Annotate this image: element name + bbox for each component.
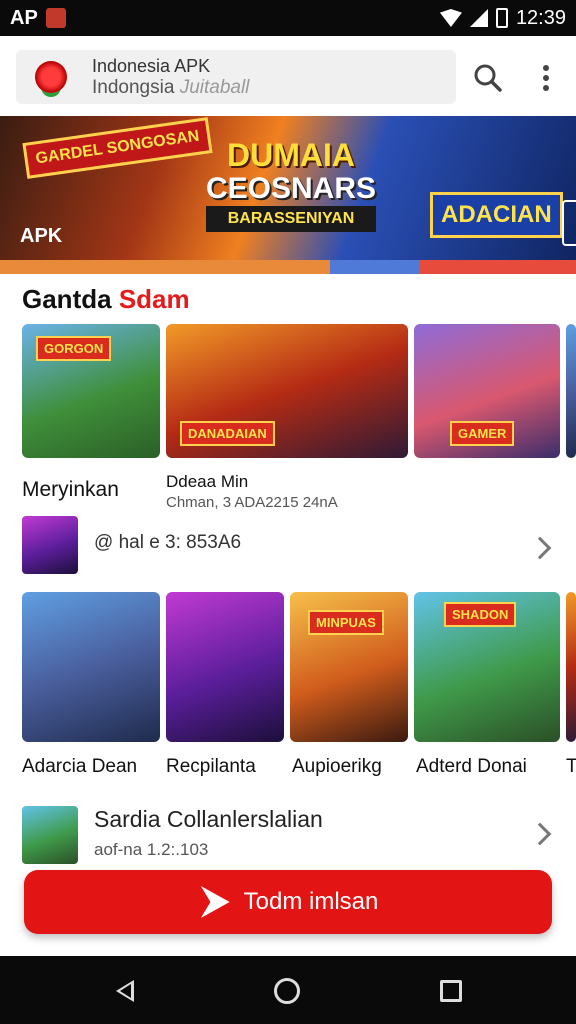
- game-subtitle-2: Chman, 3 ADA2215 24nA: [166, 494, 338, 511]
- signal-icon: [469, 9, 488, 27]
- banner-next-edge[interactable]: [562, 200, 576, 246]
- battery-icon: [495, 8, 508, 28]
- rose-logo-icon: [24, 54, 78, 100]
- game-thumb-7-caption: MINPUAS: [308, 610, 384, 635]
- wifi-icon: [439, 9, 462, 27]
- notification-app-icon: [45, 8, 66, 28]
- game-thumb-8-caption: SHADON: [444, 602, 517, 627]
- banner-headline-3: BARASSENIYAN: [206, 206, 377, 232]
- status-app-label: AP: [10, 6, 38, 29]
- game-thumb-1[interactable]: GORGON: [22, 324, 160, 458]
- game-title-7[interactable]: Aupioerikg: [292, 756, 382, 778]
- game-thumb-3[interactable]: GAMER: [414, 324, 560, 458]
- game-thumb-4-partial[interactable]: [566, 324, 576, 458]
- banner-headline: DUMAIA CEOSNARS BARASSENIYAN: [206, 137, 377, 232]
- game-thumb-1-caption: GORGON: [36, 336, 112, 361]
- list-item-thumb: [22, 516, 78, 574]
- recent-apps-icon[interactable]: [440, 980, 462, 1002]
- app-subtitle-main: Indongsia: [92, 77, 175, 98]
- game-title-1[interactable]: Meryinkan: [22, 478, 119, 502]
- banner-right-badge: ADACIAN: [430, 192, 563, 238]
- list-item[interactable]: @ hal e 3: 853A6: [0, 510, 576, 582]
- game-title-2[interactable]: Ddeaa Min: [166, 472, 248, 492]
- banner-headline-2: CEOSNARS: [206, 172, 377, 205]
- chevron-right-icon[interactable]: [528, 536, 552, 560]
- game-thumb-5[interactable]: [22, 592, 160, 742]
- chevron-right-icon[interactable]: [528, 822, 552, 846]
- section-title-main: Gantda: [22, 284, 112, 314]
- game-thumb-8[interactable]: SHADON: [414, 592, 560, 742]
- game-title-6[interactable]: Recpilanta: [166, 756, 256, 778]
- search-icon[interactable]: [470, 60, 506, 96]
- game-thumb-2[interactable]: DANADAIAN: [166, 324, 408, 458]
- status-bar: AP 12:39: [0, 0, 576, 36]
- banner-progress-bar: [0, 260, 576, 274]
- game-thumb-7[interactable]: MINPUAS: [290, 592, 408, 742]
- promo-banner[interactable]: GARDEL SONGOSAN DUMAIA CEOSNARS BARASSEN…: [0, 116, 576, 274]
- app-subtitle: Indongsia Juitaball: [92, 77, 249, 99]
- list-item-title: Sardia Collanlerslalian: [94, 806, 323, 832]
- app-subtitle-faded: Juitaball: [179, 77, 250, 98]
- app-header: Indonesia APK Indongsia Juitaball: [0, 36, 576, 116]
- status-time: 12:39: [515, 6, 566, 29]
- list-item-text: @ hal e 3: 853A6: [94, 532, 242, 553]
- game-title-9[interactable]: T: [566, 756, 576, 778]
- list-item[interactable]: Sardia Collanlerslalian aof-na 1.2:.103: [0, 800, 576, 872]
- list-item-subtitle: aof-na 1.2:.103: [94, 840, 209, 859]
- game-thumb-6[interactable]: [166, 592, 284, 742]
- list-item-thumb: [22, 806, 78, 864]
- banner-headline-1: DUMAIA: [227, 137, 355, 173]
- game-thumb-3-caption: GAMER: [450, 421, 515, 446]
- app-title: Indonesia APK: [92, 56, 211, 76]
- play-icon: [200, 886, 230, 918]
- download-button[interactable]: Todm imlsan: [24, 870, 552, 934]
- back-icon[interactable]: [116, 980, 134, 1002]
- section-title-accent: Sdam: [118, 284, 190, 314]
- download-button-label: Todm imlsan: [243, 888, 379, 915]
- system-nav-bar: [0, 956, 576, 1024]
- banner-tag: APK: [20, 225, 63, 247]
- game-thumb-9-partial[interactable]: [566, 592, 576, 742]
- banner-left-badge: GARDEL SONGOSAN: [22, 117, 213, 179]
- search-bar[interactable]: Indonesia APK Indongsia Juitaball: [16, 50, 456, 104]
- game-title-8[interactable]: Adterd Donai: [416, 756, 527, 778]
- game-thumb-2-caption: DANADAIAN: [180, 421, 275, 446]
- more-vert-icon[interactable]: [528, 60, 564, 96]
- home-icon[interactable]: [274, 978, 300, 1004]
- section-title: Gantda Sdam: [22, 284, 190, 315]
- game-title-5[interactable]: Adarcia Dean: [22, 756, 137, 778]
